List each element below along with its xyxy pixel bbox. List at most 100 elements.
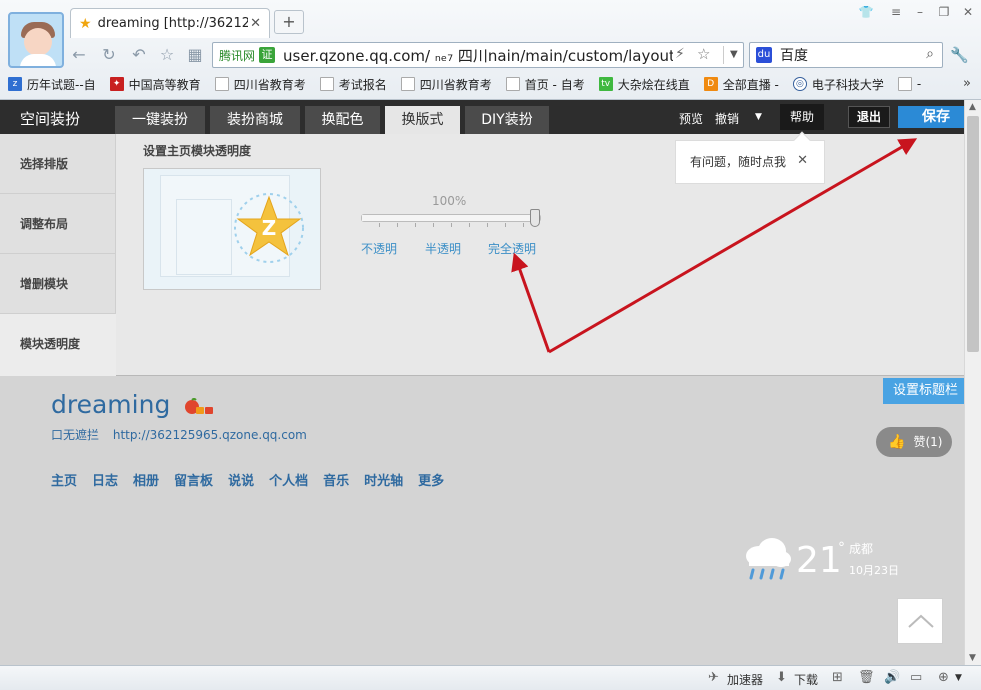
accelerator-icon[interactable]: ✈ xyxy=(708,670,719,685)
nav-music[interactable]: 音乐 xyxy=(323,470,349,489)
svg-text:Z: Z xyxy=(262,216,277,240)
vip-badge-icon[interactable] xyxy=(183,398,215,416)
sidebar-item-modules[interactable]: 增删模块 xyxy=(0,254,116,314)
zoom-dropdown-icon[interactable]: ▼ xyxy=(955,673,962,683)
bookmark-item[interactable]: 四川省教育考 xyxy=(214,76,306,93)
restore-icon[interactable]: ❐ xyxy=(934,4,954,20)
address-dropdown-icon[interactable]: ▼ xyxy=(723,46,738,64)
vertical-scrollbar[interactable]: ▲ ▼ xyxy=(964,100,981,665)
slider-tick xyxy=(505,223,506,227)
navigation-row: ← ↻ ↶ ☆ ▦ 腾讯网 证 user.qzone.qq.com/ ₙₑ₇ 四… xyxy=(0,40,981,70)
option-opaque[interactable]: 不透明 xyxy=(361,240,397,257)
slider-handle[interactable] xyxy=(530,209,540,227)
address-bar[interactable]: 腾讯网 证 user.qzone.qq.com/ ₙₑ₇ 四川nain/main… xyxy=(212,42,744,68)
download-icon[interactable]: ⬇ xyxy=(776,670,787,685)
nav-moments[interactable]: 说说 xyxy=(228,470,254,489)
favorite-icon[interactable]: ☆ xyxy=(156,44,178,66)
toolbar-title: 空间装扮 xyxy=(20,110,81,128)
page-icon xyxy=(897,77,912,91)
accelerator-label[interactable]: 加速器 xyxy=(727,671,763,688)
bookmark-star-icon[interactable]: ☆ xyxy=(697,45,710,63)
undo-close-icon[interactable]: ↶ xyxy=(128,44,150,66)
space-motto: 口无遮拦 xyxy=(51,428,100,442)
page-icon xyxy=(505,77,520,91)
slider-fill xyxy=(362,215,540,221)
option-fully-transparent[interactable]: 完全透明 xyxy=(488,240,536,257)
bookmark-item[interactable]: ✦ 中国高等教育 xyxy=(109,76,201,93)
qzone-homepage: dreaming 口无遮拦 http://362125965.qzone.qq.… xyxy=(0,376,964,665)
tab-layout[interactable]: 换版式 xyxy=(385,106,460,134)
back-arrow-icon[interactable]: ← xyxy=(68,44,90,66)
tab-diy[interactable]: DIY装扮 xyxy=(465,106,549,134)
bookmark-item[interactable]: 考试报名 xyxy=(319,76,387,93)
tab-store[interactable]: 装扮商城 xyxy=(210,106,300,134)
back-to-top-button[interactable] xyxy=(897,598,943,644)
nav-home[interactable]: 主页 xyxy=(51,470,77,489)
certificate-icon[interactable]: 证 xyxy=(259,47,276,63)
refresh-icon[interactable]: ↻ xyxy=(98,44,120,66)
qzone-star-icon: Z xyxy=(234,193,304,263)
magnifier-icon[interactable]: ⌕ xyxy=(926,46,934,62)
menu-icon[interactable]: ≡ xyxy=(886,4,906,20)
skin-icon[interactable]: 👕 xyxy=(856,4,876,20)
save-button[interactable]: 保存 xyxy=(898,106,964,128)
undo-button[interactable]: 撤销 xyxy=(715,110,739,127)
url-text[interactable]: user.qzone.qq.com/ ₙₑ₇ 四川nain/main/custo… xyxy=(283,45,673,66)
nav-timeline[interactable]: 时光轴 xyxy=(364,470,403,489)
option-semi-transparent[interactable]: 半透明 xyxy=(425,240,461,257)
slider-tick xyxy=(523,223,524,227)
bookmark-item[interactable]: 四川省教育考 xyxy=(400,76,492,93)
scrollbar-thumb[interactable] xyxy=(967,116,979,352)
nav-album[interactable]: 相册 xyxy=(133,470,159,489)
bookmark-item[interactable]: tv 大杂烩在线直 xyxy=(598,76,690,93)
nav-messages[interactable]: 留言板 xyxy=(174,470,213,489)
screenshot-icon[interactable]: ⊞ xyxy=(832,670,843,685)
close-icon[interactable]: ✕ xyxy=(797,153,808,168)
tab-color[interactable]: 换配色 xyxy=(305,106,380,134)
close-tab-icon[interactable]: ✕ xyxy=(250,16,261,31)
download-label[interactable]: 下载 xyxy=(794,671,818,688)
section-title: 设置主页模块透明度 xyxy=(143,144,252,158)
new-tab-button[interactable]: + xyxy=(274,10,304,34)
lightning-icon[interactable]: ⚡ xyxy=(675,46,685,62)
tab-one-click[interactable]: 一键装扮 xyxy=(115,106,205,134)
space-name[interactable]: dreaming xyxy=(51,390,170,419)
close-window-icon[interactable]: ✕ xyxy=(958,4,978,20)
apps-grid-icon[interactable]: ▦ xyxy=(184,44,206,66)
trash-icon[interactable]: 🗑 xyxy=(858,670,875,685)
bookmark-item[interactable]: ◎ 电子科技大学 xyxy=(792,76,884,93)
scroll-up-icon[interactable]: ▲ xyxy=(969,102,976,112)
wrench-icon[interactable]: 🔧 xyxy=(950,46,969,64)
bookmark-item[interactable]: - xyxy=(897,77,921,91)
bookmark-item[interactable]: 首页 - 自考 xyxy=(505,76,585,93)
help-button[interactable]: 帮助 xyxy=(780,104,824,130)
help-tooltip[interactable]: 有问题，随时点我 ✕ xyxy=(675,131,825,184)
scroll-down-icon[interactable]: ▼ xyxy=(969,653,976,663)
like-button[interactable]: 👍 赞(1) xyxy=(876,427,952,457)
sidebar-item-opacity[interactable]: 模块透明度 xyxy=(0,314,116,376)
nav-profile[interactable]: 个人档 xyxy=(269,470,308,489)
sidebar-item-adjust-layout[interactable]: 调整布局 xyxy=(0,194,116,254)
undo-dropdown-icon[interactable]: ▼ xyxy=(755,112,762,122)
set-title-bar-button[interactable]: 设置标题栏 xyxy=(883,378,964,404)
page-icon xyxy=(400,77,415,91)
preview-frame xyxy=(176,199,232,275)
preview-button[interactable]: 预览 xyxy=(679,110,703,127)
exit-button[interactable]: 退出 xyxy=(848,106,890,128)
speaker-icon[interactable]: 🔊 xyxy=(884,670,900,685)
search-box[interactable]: du 百度 ⌕ xyxy=(749,42,943,68)
minimize-icon[interactable]: – xyxy=(910,4,930,20)
bookmark-item[interactable]: D 全部直播 - xyxy=(703,76,779,93)
bookmarks-more[interactable]: » xyxy=(963,76,971,91)
slider-tick xyxy=(433,223,434,227)
bookmark-item[interactable]: z 历年试题--自 xyxy=(8,76,96,93)
opacity-slider[interactable] xyxy=(361,209,541,227)
browser-tab[interactable]: ★ dreaming [http://362125 ✕ xyxy=(70,8,270,38)
sidebar-item-select-layout[interactable]: 选择排版 xyxy=(0,134,116,194)
space-url[interactable]: http://362125965.qzone.qq.com xyxy=(113,428,307,442)
nav-blog[interactable]: 日志 xyxy=(92,470,118,489)
nav-more[interactable]: 更多 xyxy=(418,470,444,489)
status-bar: ✈ 加速器 ⬇ 下载 ⊞ 🗑 🔊 ▭ ⊕ ▼ xyxy=(0,665,981,690)
zoom-icon[interactable]: ⊕ xyxy=(938,670,949,685)
monitor-icon[interactable]: ▭ xyxy=(910,670,922,685)
